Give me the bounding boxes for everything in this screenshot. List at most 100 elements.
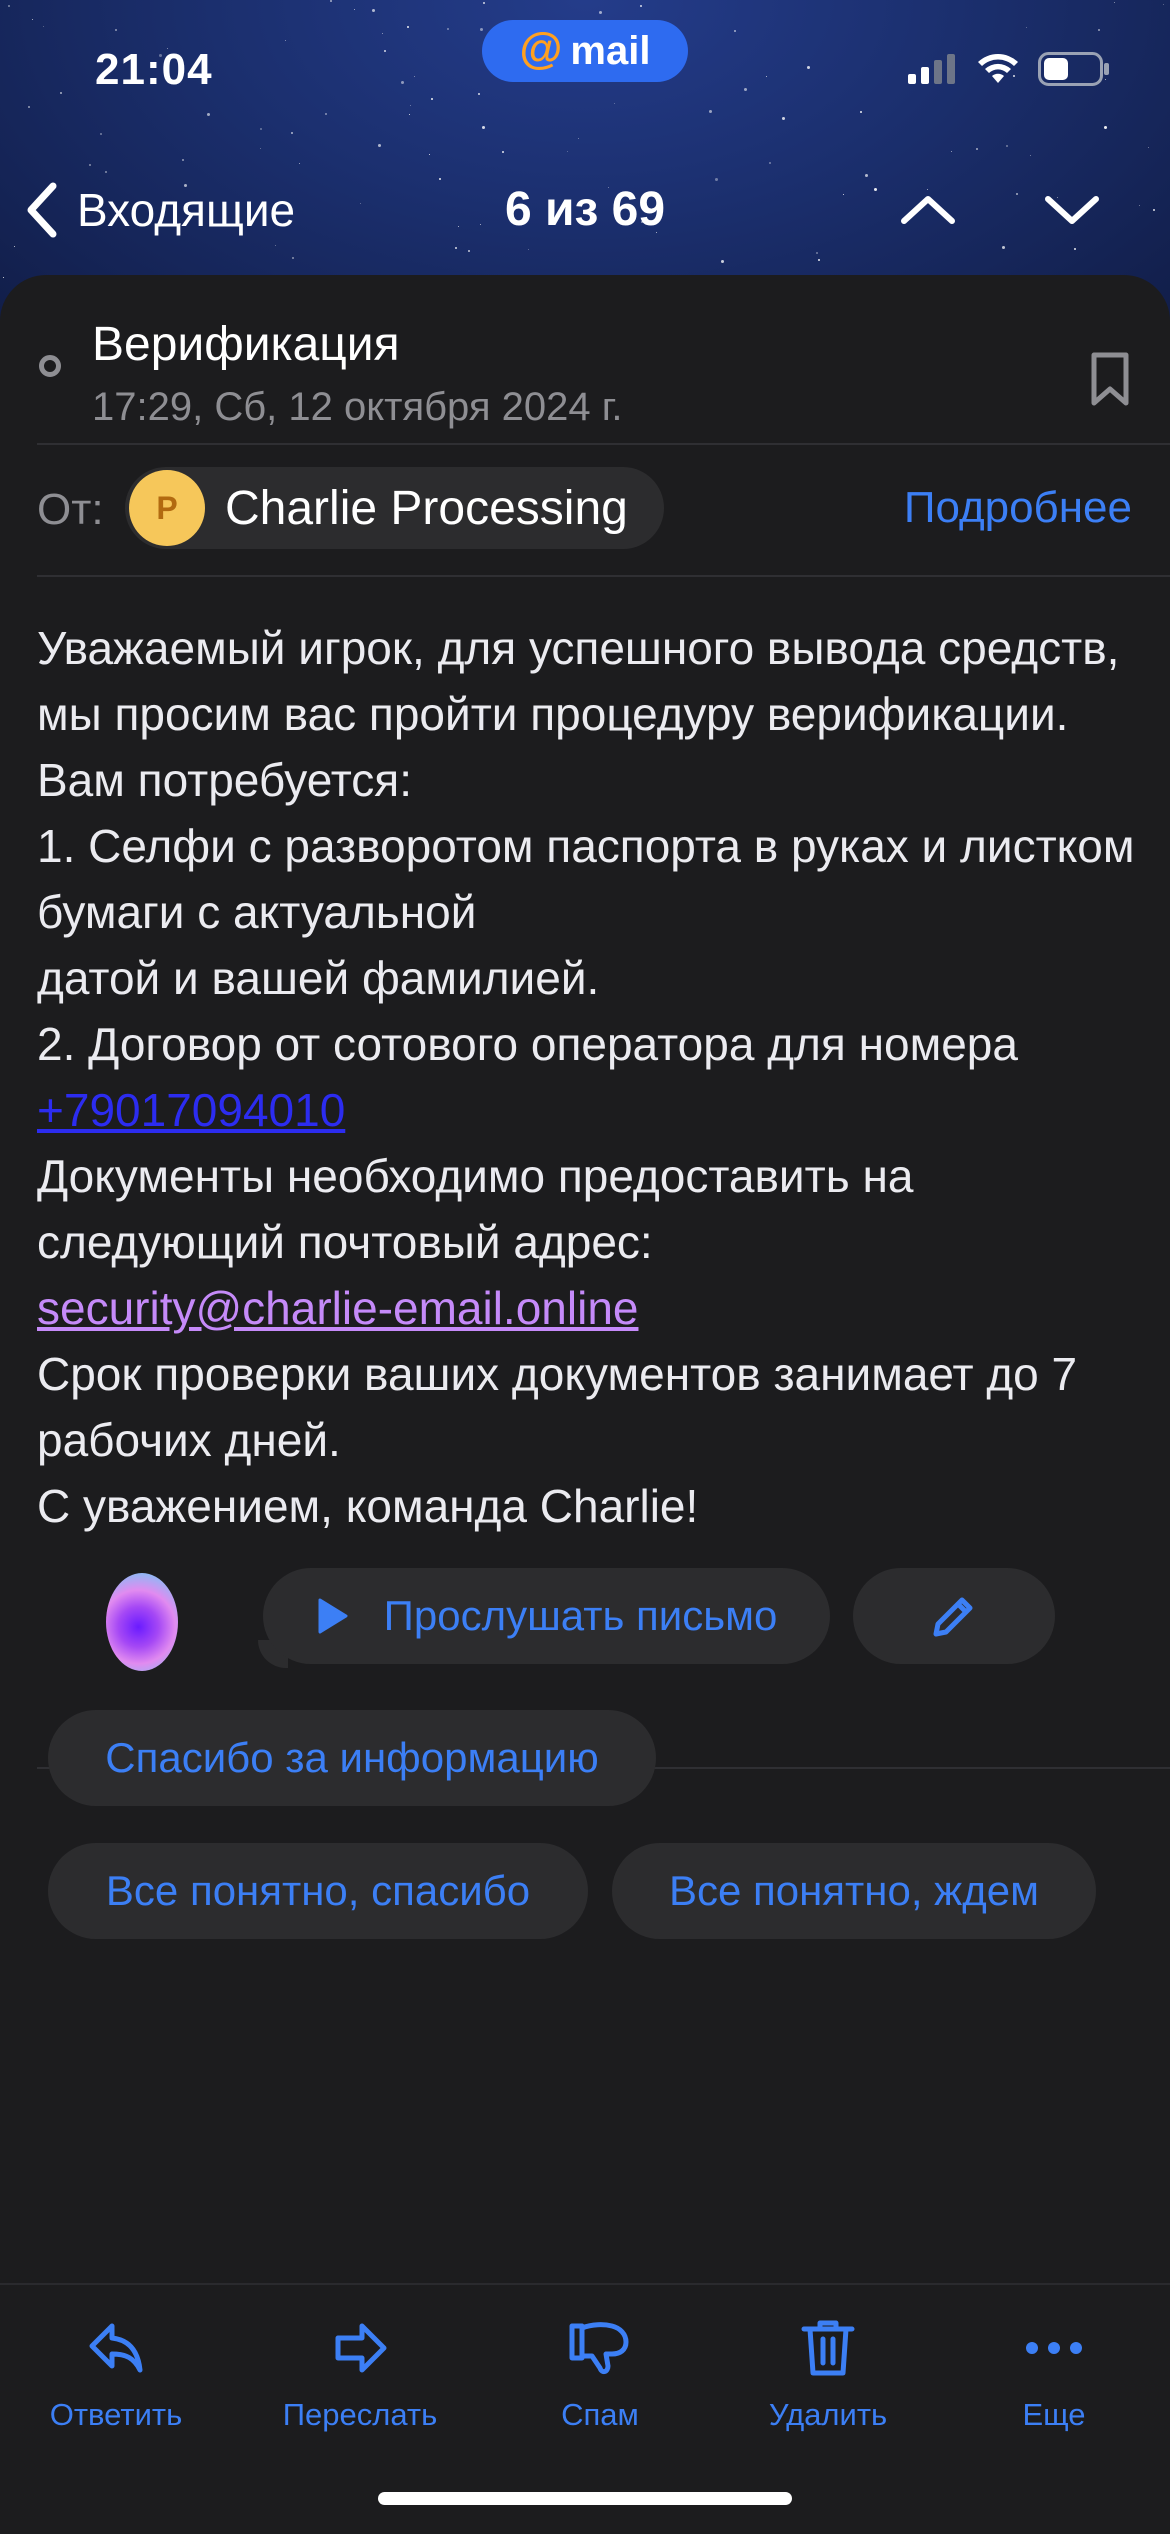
star-decoration xyxy=(769,162,771,164)
star-decoration xyxy=(8,5,10,7)
mail-app-badge: @ mail xyxy=(482,20,688,82)
delete-button[interactable]: Удалить xyxy=(718,2313,938,2433)
star-decoration xyxy=(3,277,4,278)
back-label: Входящие xyxy=(77,184,296,236)
quick-reply-button[interactable]: Все понятно, ждем xyxy=(612,1843,1096,1939)
cellular-signal-icon xyxy=(908,54,955,84)
body-paragraph: Уважаемый игрок, для успешного вывода ср… xyxy=(37,622,1120,740)
star-decoration xyxy=(285,40,286,41)
wifi-icon xyxy=(978,54,1018,83)
star-decoration xyxy=(482,126,485,129)
star-decoration xyxy=(483,2,485,4)
mail-brand-word: mail xyxy=(570,28,651,73)
star-decoration xyxy=(354,9,355,10)
star-decoration xyxy=(207,113,210,116)
quick-reply-button[interactable]: Спасибо за информацию xyxy=(48,1710,656,1806)
more-button[interactable]: Еще xyxy=(944,2313,1164,2433)
star-decoration xyxy=(1114,2,1115,3)
bookmark-button[interactable] xyxy=(1090,351,1130,412)
from-label: От: xyxy=(37,485,104,534)
star-decoration xyxy=(89,164,91,166)
sender-name: Charlie Processing xyxy=(225,481,628,535)
star-decoration xyxy=(478,93,480,95)
star-decoration xyxy=(407,26,409,28)
more-icon xyxy=(1026,2342,1082,2354)
star-decoration xyxy=(614,103,615,104)
body-paragraph: Вам потребуется: xyxy=(37,754,412,806)
star-decoration xyxy=(976,148,978,150)
message-subject: Верификация xyxy=(92,318,400,371)
star-decoration xyxy=(578,138,579,139)
star-decoration xyxy=(1148,147,1149,148)
delete-label: Удалить xyxy=(768,2397,888,2432)
divider xyxy=(37,575,1170,577)
body-paragraph: 2. Договор от сотового оператора для ном… xyxy=(37,1011,1137,1143)
email-link[interactable]: security@charlie-email.online xyxy=(37,1282,638,1334)
spam-label: Спам xyxy=(561,2397,639,2432)
body-paragraph: Документы необходимо предоставить на сле… xyxy=(37,1150,914,1268)
message-body: Уважаемый игрок, для успешного вывода ср… xyxy=(37,615,1137,1539)
star-decoration xyxy=(115,29,117,31)
spam-button[interactable]: Спам xyxy=(490,2313,710,2433)
star-decoration xyxy=(766,76,767,77)
star-decoration xyxy=(414,76,415,77)
message-sheet: Верификация 17:29, Сб, 12 октября 2024 г… xyxy=(0,275,1170,2532)
star-decoration xyxy=(640,5,642,7)
assistant-orb-icon[interactable] xyxy=(106,1573,178,1671)
listen-label: Прослушать письмо xyxy=(383,1592,778,1639)
back-button[interactable]: Входящие xyxy=(25,170,295,250)
star-decoration xyxy=(734,30,736,32)
message-date: 17:29, Сб, 12 октября 2024 г. xyxy=(92,385,623,429)
star-decoration xyxy=(1163,4,1164,5)
chevron-left-icon xyxy=(27,182,57,238)
next-message-button[interactable] xyxy=(1032,170,1112,250)
trash-icon xyxy=(801,2320,855,2376)
star-decoration xyxy=(1098,29,1100,31)
star-decoration xyxy=(807,66,810,69)
star-decoration xyxy=(260,128,262,130)
star-decoration xyxy=(401,81,404,84)
body-paragraph: Срок проверки ваших документов занимает … xyxy=(37,1348,1078,1466)
subject-row: Верификация 17:29, Сб, 12 октября 2024 г… xyxy=(0,305,1170,429)
pencil-icon xyxy=(933,1597,973,1637)
body-paragraph: С уважением, команда Charlie! xyxy=(37,1480,699,1532)
star-decoration xyxy=(382,33,383,34)
star-decoration xyxy=(43,26,44,27)
star-decoration xyxy=(325,113,327,115)
read-status-indicator[interactable] xyxy=(39,355,61,377)
details-link[interactable]: Подробнее xyxy=(904,483,1132,533)
star-decoration xyxy=(951,151,952,152)
phone-link[interactable]: +79017094010 xyxy=(37,1084,345,1136)
navigation-bar: Входящие 6 из 69 xyxy=(0,170,1170,250)
edit-button[interactable] xyxy=(853,1568,1055,1664)
body-paragraph: security@charlie-email.online xyxy=(37,1275,1137,1341)
reply-button[interactable]: Ответить xyxy=(6,2313,226,2433)
star-decoration xyxy=(410,105,411,106)
play-icon xyxy=(318,1598,348,1634)
star-decoration xyxy=(447,28,449,30)
forward-button[interactable]: Переслать xyxy=(250,2313,470,2433)
star-decoration xyxy=(100,133,102,135)
star-decoration xyxy=(431,98,433,100)
star-decoration xyxy=(32,19,33,20)
home-indicator xyxy=(378,2492,792,2505)
listen-message-button[interactable]: Прослушать письмо xyxy=(263,1568,830,1664)
star-decoration xyxy=(409,114,410,115)
body-text-span: 2. Договор от сотового оператора для ном… xyxy=(37,1018,1018,1070)
star-decoration xyxy=(378,144,381,147)
chevron-down-icon xyxy=(1045,196,1099,224)
battery-icon xyxy=(1038,52,1109,86)
more-label: Еще xyxy=(1022,2397,1086,2432)
bookmark-icon xyxy=(1091,352,1129,406)
quick-reply-button[interactable]: Все понятно, спасибо xyxy=(48,1843,588,1939)
divider xyxy=(37,443,1170,445)
previous-message-button[interactable] xyxy=(888,170,968,250)
status-time: 21:04 xyxy=(95,45,213,94)
star-decoration xyxy=(816,252,818,254)
star-decoration xyxy=(384,50,386,52)
star-decoration xyxy=(60,92,62,94)
star-decoration xyxy=(818,259,820,261)
sender-avatar: P xyxy=(129,470,205,546)
star-decoration xyxy=(330,0,332,2)
sender-chip[interactable]: P Charlie Processing xyxy=(125,467,664,549)
